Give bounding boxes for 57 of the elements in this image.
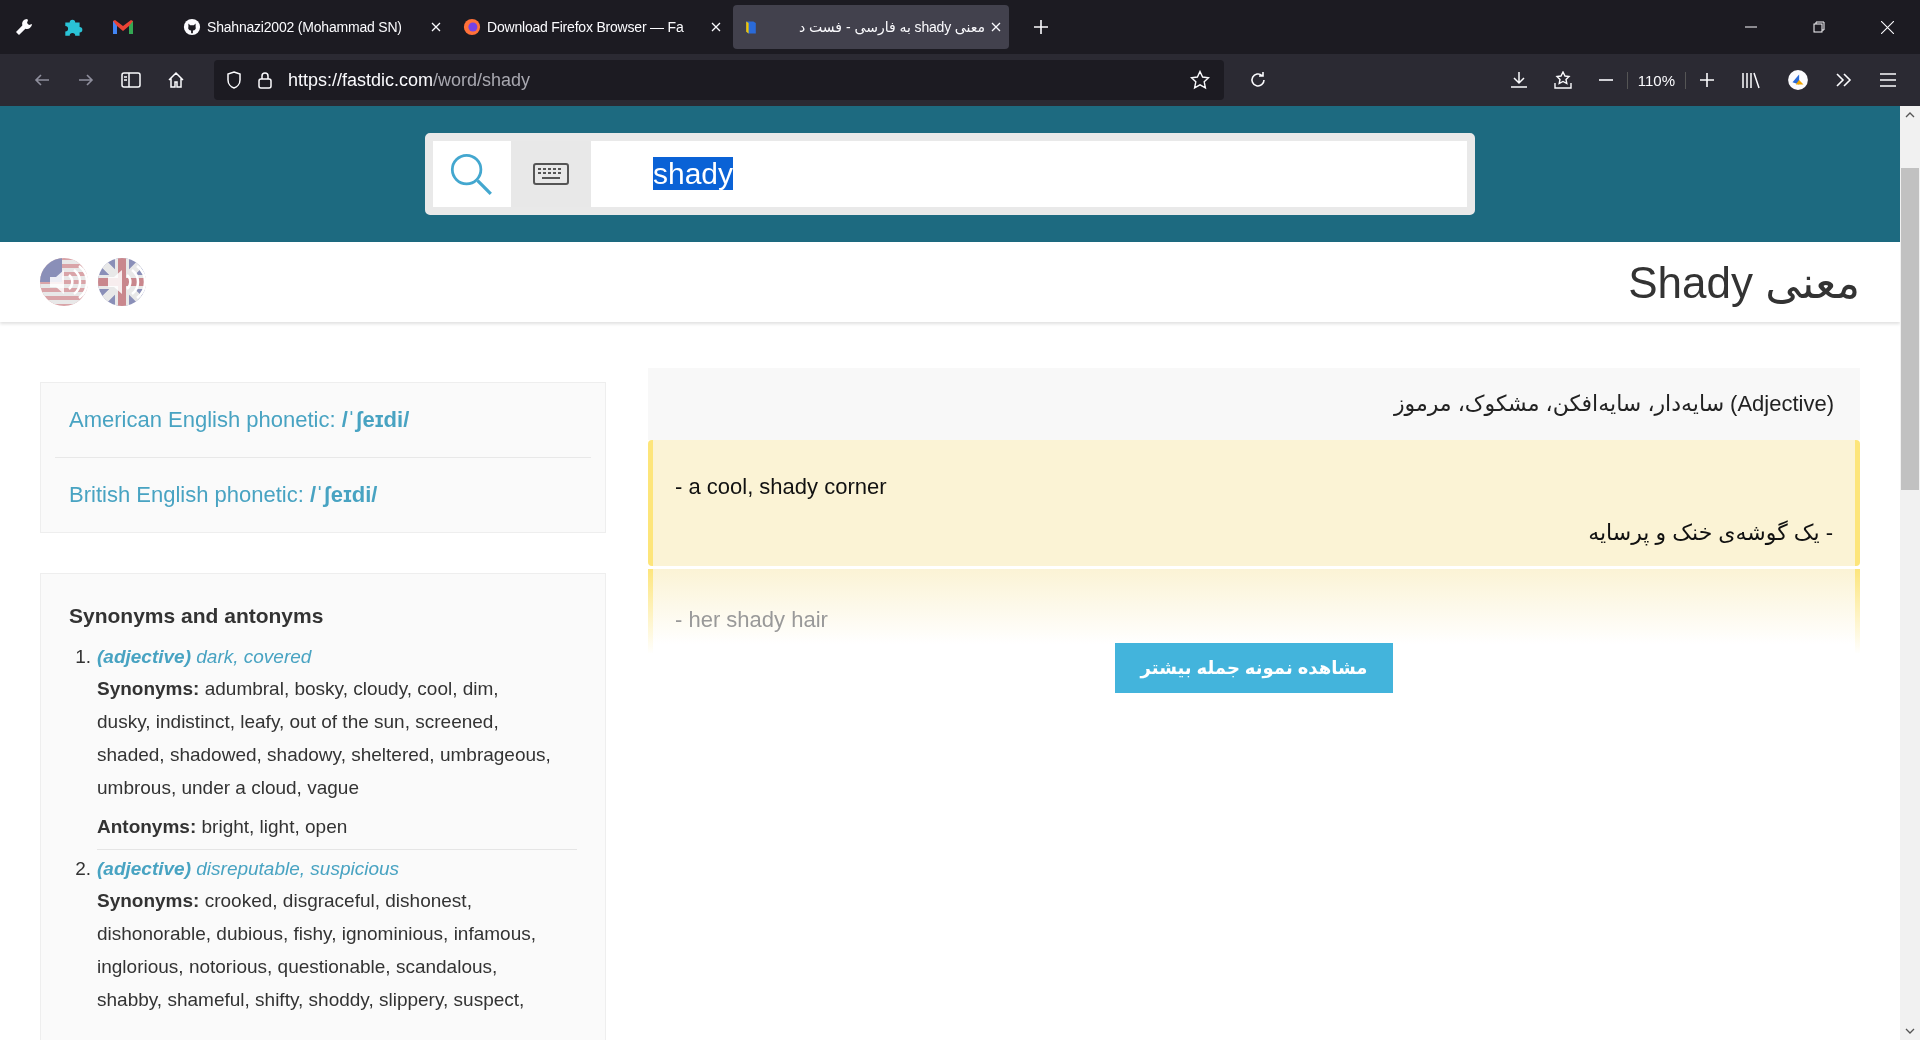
reload-icon[interactable] <box>1249 71 1267 89</box>
sense-number: 2. <box>74 858 91 880</box>
example-sentence: - her shady hair <box>675 607 829 633</box>
word-heading: معنی Shady <box>1628 256 1860 308</box>
word-list: Synonyms: crooked, disgraceful, dishonest, dishonorable, dubious, fishy, ignominious, infamous, inglorious, notorious, questionable, scandalous, shabby, shameful, shifty, shoddy, slippery, suspect, <box>97 884 577 1016</box>
cat-logo-icon <box>183 18 201 36</box>
word-list: Antonyms: bright, light, open <box>97 810 577 843</box>
example-translation: - یک گوشه‌ی خنک و پرسایه <box>1587 520 1833 546</box>
part-of-speech: (Adjective) <box>1730 391 1834 417</box>
close-icon[interactable] <box>991 22 1001 32</box>
example-sentence: - a cool, shady corner <box>675 474 888 500</box>
library-icon[interactable] <box>1741 71 1761 89</box>
url-text: https://fastdic.com/word/shady <box>288 69 531 91</box>
lock-icon[interactable] <box>258 71 272 89</box>
wrench-icon[interactable] <box>14 17 34 37</box>
tab-title: Download Firefox Browser — Fa <box>487 19 685 35</box>
sense-heading: (adjective) disreputable, suspicious <box>97 858 400 880</box>
overflow-icon[interactable] <box>1835 72 1853 88</box>
phonetic-text: British English phonetic: /ˈʃeɪdi/ <box>69 482 378 508</box>
zoom-level[interactable]: 110% <box>1626 71 1686 89</box>
close-icon[interactable] <box>1881 20 1894 34</box>
new-tab-icon[interactable] <box>1033 19 1049 35</box>
scrollbar[interactable] <box>1900 106 1920 1040</box>
restore-icon[interactable] <box>1813 21 1825 33</box>
address-bar[interactable]: https://fastdic.com/word/shady <box>214 60 1224 100</box>
browser-tab[interactable]: Download Firefox Browser — Fa <box>453 5 729 49</box>
mail-icon[interactable] <box>112 19 134 35</box>
star-icon[interactable] <box>1190 70 1210 90</box>
scroll-thumb[interactable] <box>1901 168 1919 490</box>
browser-tab[interactable]: معنی shady به فارسی - فست د <box>733 5 1009 49</box>
tab-title: معنی shady به فارسی - فست د <box>798 19 985 35</box>
close-icon[interactable] <box>431 22 441 32</box>
meaning-text: سایه‌دار، سایه‌افکن، مشکوک، مرموز <box>1393 391 1725 417</box>
tab-title: Shahnazi2002 (Mohammad SN) <box>207 19 403 35</box>
star-tray-icon[interactable] <box>1553 71 1572 89</box>
scroll-down-icon[interactable] <box>1905 1028 1915 1034</box>
extension-icon[interactable] <box>1787 69 1809 91</box>
zoom-in-icon[interactable] <box>1699 72 1715 88</box>
sense-number: 1. <box>74 646 91 668</box>
menu-icon[interactable] <box>1879 72 1897 88</box>
us-flag-speaker-icon[interactable] <box>40 258 88 306</box>
close-icon[interactable] <box>711 22 721 32</box>
search-icon[interactable] <box>449 152 493 196</box>
shield-icon[interactable] <box>226 71 242 89</box>
fox-logo-icon <box>463 18 481 36</box>
scroll-up-icon[interactable] <box>1905 112 1915 118</box>
keyboard-icon <box>533 163 569 185</box>
home-icon[interactable] <box>167 71 185 89</box>
sense-heading: (adjective) dark, covered <box>97 646 312 668</box>
sidebar-icon[interactable] <box>121 72 141 88</box>
phonetic-text: American English phonetic: /ˈʃeɪdi/ <box>69 407 410 433</box>
search-field[interactable]: shady <box>591 157 1467 191</box>
uk-flag-speaker-icon[interactable] <box>98 258 146 306</box>
browser-tab[interactable]: Shahnazi2002 (Mohammad SN) <box>173 5 449 49</box>
download-icon[interactable] <box>1509 71 1528 89</box>
book-icon <box>743 18 759 36</box>
section-title: Synonyms and antonyms <box>69 604 325 628</box>
